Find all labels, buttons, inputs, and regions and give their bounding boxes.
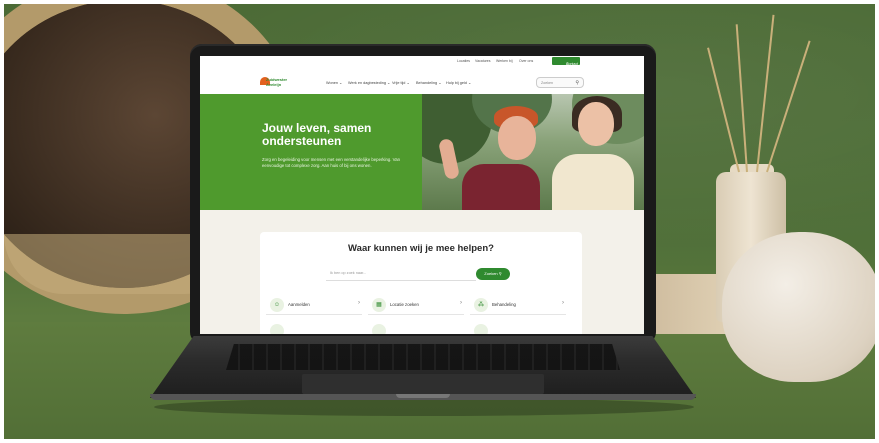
chevron-right-icon: › xyxy=(562,300,564,306)
nav-item-wonen[interactable]: Wonen ⌄ xyxy=(326,80,342,85)
search-input[interactable]: Zoeken ⚲ xyxy=(536,77,584,88)
help-title: Waar kunnen wij je mee helpen? xyxy=(348,243,494,254)
topbar-link-locaties[interactable]: Locaties xyxy=(457,59,470,63)
partial-icon xyxy=(372,324,386,334)
nav-label: Behandeling xyxy=(416,81,438,85)
laptop-keyboard xyxy=(226,344,620,370)
laptop-screen: Locaties Vacatures Werken bij Over ons ✆… xyxy=(200,56,644,334)
nav-label: Hulp bij geld xyxy=(446,81,467,85)
chevron-down-icon: ⌄ xyxy=(406,81,410,85)
nav-item-werk[interactable]: Werk en dagbesteding ⌄ xyxy=(348,80,390,85)
hero-image xyxy=(422,94,644,210)
laptop-shadow xyxy=(154,398,694,416)
nav-item-hulp[interactable]: Hulp bij geld ⌄ xyxy=(446,80,471,85)
chevron-down-icon: ⌄ xyxy=(438,81,442,85)
utility-bar: Locaties Vacatures Werken bij Over ons ✆… xyxy=(200,56,644,66)
laptop-trackpad xyxy=(302,374,544,394)
nav-label: Wonen xyxy=(326,81,338,85)
person-woman xyxy=(552,154,634,210)
round-vase xyxy=(722,232,875,382)
map-icon: ▦ xyxy=(372,298,386,312)
tile-label: Locatie zoeken xyxy=(390,302,419,307)
nav-label: Vrije tijd xyxy=(392,81,406,85)
logo-line-2: Aveleijn xyxy=(266,81,282,87)
tile-partial[interactable] xyxy=(470,322,566,334)
face xyxy=(578,102,614,146)
laptop-notch xyxy=(396,394,450,398)
chevron-right-icon: › xyxy=(460,300,462,306)
hero-panel xyxy=(200,94,422,210)
main-navbar: Zuidwester Aveleijn Wonen ⌄ Werk en dagb… xyxy=(200,66,644,95)
search-icon: ⚲ xyxy=(498,271,502,276)
person-icon: ☺ xyxy=(270,298,284,312)
face xyxy=(498,116,536,160)
chevron-down-icon: ⌄ xyxy=(387,81,391,85)
chevron-right-icon: › xyxy=(358,300,360,306)
tile-label: Behandeling xyxy=(492,302,516,307)
hero-subtitle: Zorg en begeleiding voor mensen met een … xyxy=(262,157,400,168)
search-icon[interactable]: ⚲ xyxy=(575,80,579,86)
partial-icon xyxy=(474,324,488,334)
tile-aanmelden[interactable]: ☺ Aanmelden › xyxy=(266,296,362,315)
help-search-placeholder: Ik ben op zoek naar... xyxy=(330,271,367,275)
person-young-man xyxy=(462,164,540,210)
chevron-down-icon: ⌄ xyxy=(339,81,343,85)
nav-item-vrije-tijd[interactable]: Vrije tijd ⌄ xyxy=(392,80,410,85)
topbar-link-over-ons[interactable]: Over ons xyxy=(519,59,533,63)
nav-label: Werk en dagbesteding xyxy=(348,81,386,85)
nav-item-behandeling[interactable]: Behandeling ⌄ xyxy=(416,80,441,85)
tile-behandeling[interactable]: ⁂ Behandeling › xyxy=(470,296,566,315)
tile-partial[interactable] xyxy=(266,322,362,334)
logo[interactable]: Zuidwester Aveleijn xyxy=(266,77,296,87)
topbar-link-vacatures[interactable]: Vacatures xyxy=(475,59,491,63)
stethoscope-icon: ⁂ xyxy=(474,298,488,312)
product-photo: Locaties Vacatures Werken bij Over ons ✆… xyxy=(4,4,875,439)
help-card: Waar kunnen wij je mee helpen? Ik ben op… xyxy=(260,232,582,334)
chevron-down-icon: ⌄ xyxy=(467,81,472,85)
help-search-button[interactable]: Zoeken ⚲ xyxy=(476,268,510,280)
topbar-link-werken-bij[interactable]: Werken bij xyxy=(496,59,512,63)
tile-label: Aanmelden xyxy=(288,302,310,307)
contact-button[interactable]: ✆ Contact xyxy=(552,57,580,66)
search-placeholder: Zoeken xyxy=(541,80,553,85)
partial-icon xyxy=(270,324,284,334)
help-search-input[interactable]: Ik ben op zoek naar... xyxy=(326,268,476,281)
help-search-button-label: Zoeken xyxy=(484,271,498,276)
tile-locatie-zoeken[interactable]: ▦ Locatie zoeken › xyxy=(368,296,464,315)
hero-title: Jouw leven, samen ondersteunen xyxy=(262,121,372,148)
tile-partial[interactable] xyxy=(368,322,464,334)
